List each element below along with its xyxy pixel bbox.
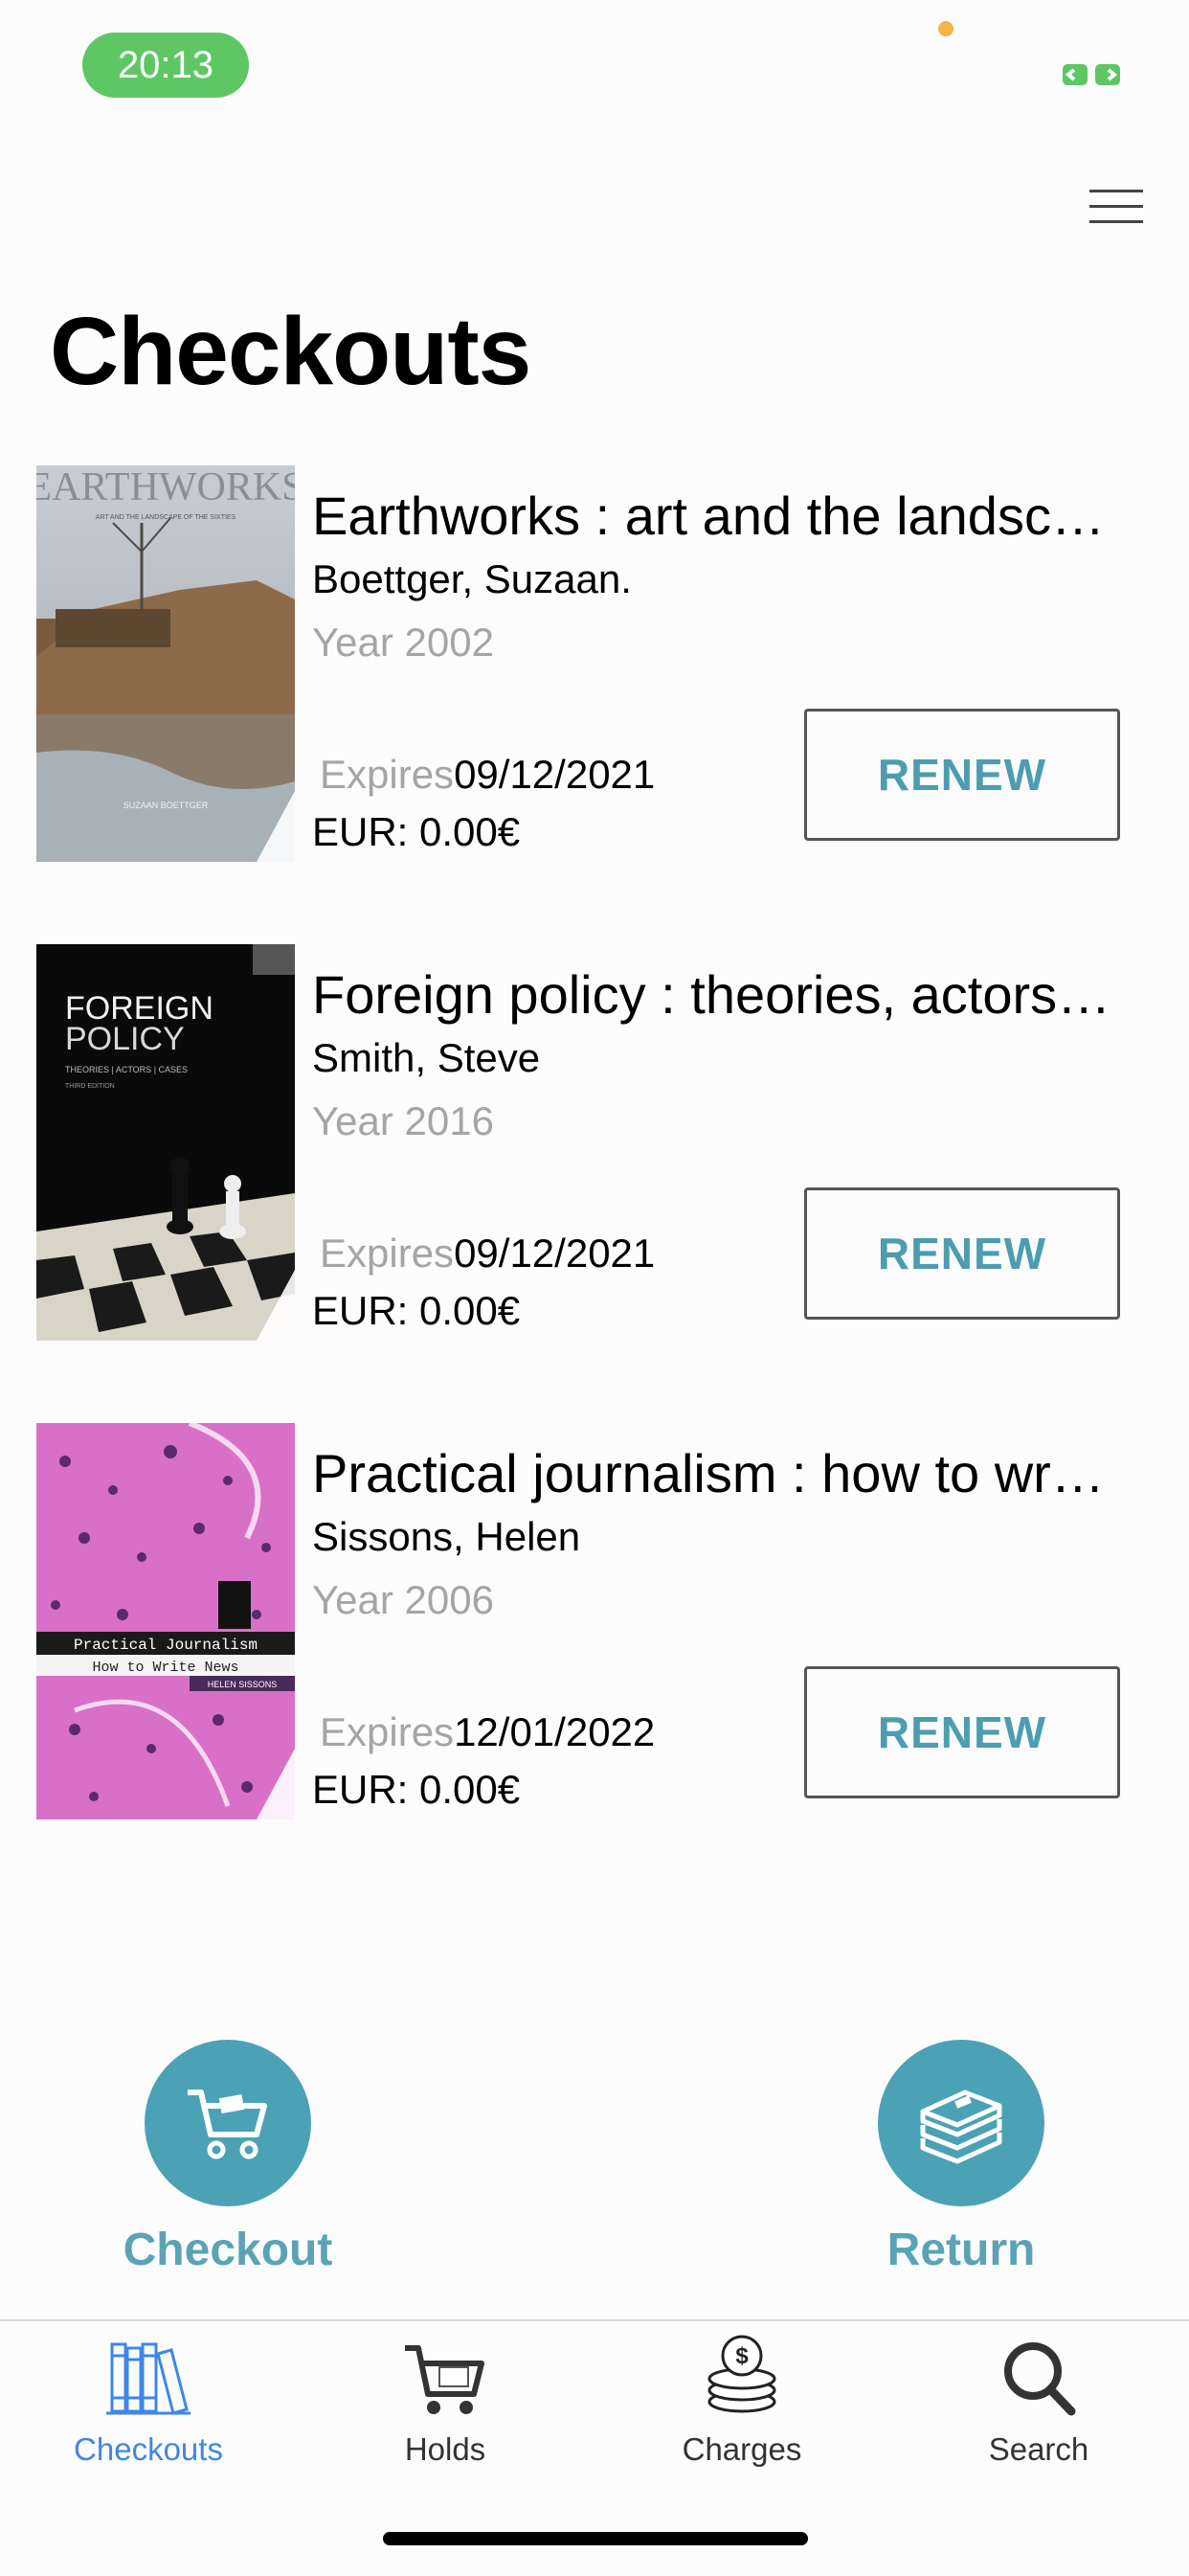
renew-button[interactable]: RENEW bbox=[804, 1666, 1120, 1798]
fee-amount: EUR: 0.00€ bbox=[312, 809, 521, 854]
book-year: Year 2016 bbox=[312, 1098, 494, 1143]
tab-charges[interactable]: $ Charges bbox=[594, 2335, 890, 2468]
tab-label: Checkouts bbox=[74, 2431, 223, 2467]
search-icon bbox=[1004, 2342, 1076, 2416]
book-cover-image: EARTHWORKS ART AND THE LANDSCAPE OF THE … bbox=[36, 465, 295, 862]
checkout-circle[interactable] bbox=[145, 2040, 311, 2206]
hamburger-menu-icon[interactable] bbox=[1089, 188, 1143, 226]
expiry-line: Expires09/12/2021 bbox=[320, 751, 655, 799]
cover-title-text: Practical Journalism bbox=[74, 1637, 258, 1654]
return-action-button[interactable]: Return bbox=[837, 2040, 1086, 2276]
cover-author-text: SUZAAN BOETTGER bbox=[123, 801, 209, 810]
checkout-item: EARTHWORKS ART AND THE LANDSCAPE OF THE … bbox=[0, 465, 1189, 868]
privacy-indicator-dot bbox=[938, 21, 953, 36]
coins-icon: $ bbox=[707, 2335, 776, 2413]
book-year: Year 2002 bbox=[312, 620, 494, 665]
expires-date: 09/12/2021 bbox=[454, 752, 656, 797]
cover-title-text-2: POLICY bbox=[65, 1021, 185, 1057]
return-action-label[interactable]: Return bbox=[837, 2224, 1086, 2276]
books-icon bbox=[106, 2342, 191, 2415]
checkout-action-button[interactable]: Checkout bbox=[103, 2040, 352, 2276]
cover-subtitle-text: THEORIES | ACTORS | CASES bbox=[65, 1065, 188, 1074]
cover-subtitle-text: How to Write News bbox=[92, 1660, 238, 1676]
tab-search[interactable]: Search bbox=[890, 2335, 1187, 2468]
fee-amount: EUR: 0.00€ bbox=[312, 1767, 521, 1812]
book-title[interactable]: Practical journalism : how to wr… bbox=[312, 1442, 1164, 1505]
expires-date: 12/01/2022 bbox=[454, 1709, 656, 1754]
checkout-item: Practical Journalism How to Write News H… bbox=[0, 1423, 1189, 1825]
book-year: Year 2006 bbox=[312, 1577, 494, 1622]
cart-icon bbox=[405, 2345, 484, 2414]
return-circle[interactable] bbox=[878, 2040, 1044, 2206]
book-author: Boettger, Suzaan. bbox=[312, 556, 632, 601]
book-title[interactable]: Foreign policy : theories, actors… bbox=[312, 963, 1164, 1027]
renew-button[interactable]: RENEW bbox=[804, 1187, 1120, 1320]
cover-edition-text: THIRD EDITION bbox=[65, 1083, 115, 1090]
tab-holds[interactable]: Holds bbox=[297, 2335, 594, 2468]
book-title[interactable]: Earthworks : art and the landsc… bbox=[312, 485, 1164, 548]
book-author: Sissons, Helen bbox=[312, 1514, 581, 1559]
checkout-action-label[interactable]: Checkout bbox=[103, 2224, 352, 2276]
cover-title-text: EARTHWORKS bbox=[36, 465, 295, 509]
renew-button[interactable]: RENEW bbox=[804, 709, 1120, 841]
expires-label: Expires bbox=[320, 1709, 455, 1754]
svg-text:$: $ bbox=[735, 2343, 749, 2369]
page-title: Checkouts bbox=[50, 298, 531, 405]
book-author: Smith, Steve bbox=[312, 1035, 541, 1080]
cover-subtitle-text: ART AND THE LANDSCAPE OF THE SIXTIES bbox=[96, 514, 236, 521]
book-cover-image: Practical Journalism How to Write News H… bbox=[36, 1423, 295, 1819]
cover-author-text: HELEN SISSONS bbox=[208, 1680, 278, 1689]
fee-amount: EUR: 0.00€ bbox=[312, 1288, 521, 1333]
tab-label: Holds bbox=[404, 2431, 486, 2467]
checkout-item: FOREIGN POLICY THEORIES | ACTORS | CASES… bbox=[0, 944, 1189, 1346]
expires-label: Expires bbox=[320, 752, 455, 797]
status-time: 20:13 bbox=[82, 33, 249, 98]
shopping-cart-icon bbox=[188, 2090, 267, 2159]
book-stack-icon bbox=[920, 2090, 1002, 2164]
expiry-line: Expires09/12/2021 bbox=[320, 1230, 655, 1277]
expires-date: 09/12/2021 bbox=[454, 1231, 656, 1276]
tab-label: Search bbox=[988, 2431, 1089, 2467]
tab-checkouts[interactable]: Checkouts bbox=[0, 2335, 297, 2468]
tab-label: Charges bbox=[682, 2431, 802, 2467]
expiry-line: Expires12/01/2022 bbox=[320, 1708, 655, 1756]
expires-label: Expires bbox=[320, 1231, 455, 1276]
battery-icon bbox=[1063, 64, 1120, 85]
book-cover-image: FOREIGN POLICY THEORIES | ACTORS | CASES… bbox=[36, 944, 295, 1341]
home-indicator bbox=[383, 2532, 808, 2545]
